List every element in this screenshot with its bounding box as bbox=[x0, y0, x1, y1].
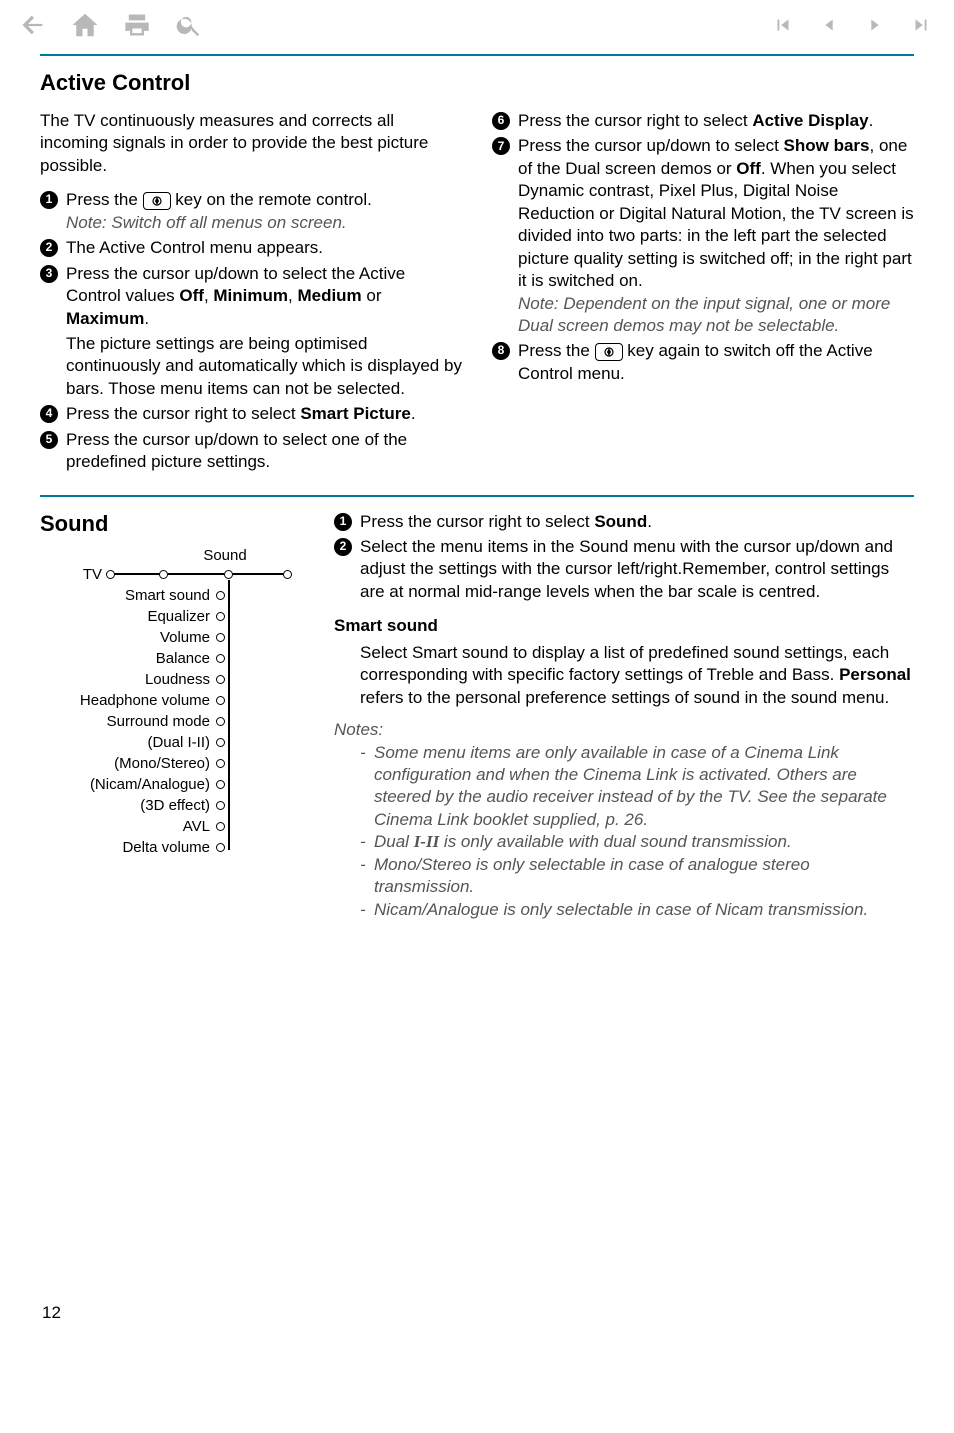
diagram-node-icon bbox=[216, 822, 225, 831]
smart-sound-text: Select Smart sound to display a list of … bbox=[360, 642, 914, 709]
diagram-node-icon bbox=[216, 780, 225, 789]
step-4: 4 Press the cursor right to select Smart… bbox=[40, 403, 462, 425]
search-icon[interactable] bbox=[174, 10, 204, 40]
step-1-note: Note: Switch off all menus on screen. bbox=[66, 212, 462, 234]
prev-page-icon[interactable] bbox=[814, 10, 844, 40]
diagram-item: (Mono/Stereo) bbox=[40, 753, 310, 774]
sound-left-panel: Sound Sound TV Smart sound Equalizer Volum… bbox=[40, 511, 310, 921]
diagram-node-icon bbox=[216, 843, 225, 852]
sound-menu-diagram: Sound TV Smart sound Equalizer Volume Balan… bbox=[40, 547, 310, 858]
step-1: 1 Press the key on the remote control. N… bbox=[40, 189, 462, 234]
diagram-item-label: Surround mode bbox=[40, 713, 216, 730]
diagram-node-icon bbox=[216, 675, 225, 684]
diagram-node-icon bbox=[216, 801, 225, 810]
diagram-item-label: (3D effect) bbox=[40, 797, 216, 814]
right-column: 6 Press the cursor right to select Activ… bbox=[492, 110, 914, 477]
step-number-icon: 5 bbox=[40, 431, 58, 449]
step-number-icon: 2 bbox=[334, 538, 352, 556]
active-control-intro: The TV continuously measures and correct… bbox=[40, 110, 462, 177]
diagram-node-icon bbox=[216, 759, 225, 768]
note-item: - Nicam/Analogue is only selectable in c… bbox=[360, 899, 914, 921]
diagram-item-label: Headphone volume bbox=[40, 692, 216, 709]
left-column: The TV continuously measures and correct… bbox=[40, 110, 462, 477]
diagram-item: (3D effect) bbox=[40, 795, 310, 816]
section-title-active-control: Active Control bbox=[40, 70, 914, 96]
next-page-icon[interactable] bbox=[860, 10, 890, 40]
diagram-item-label: Delta volume bbox=[40, 839, 216, 856]
print-icon[interactable] bbox=[122, 10, 152, 40]
remote-key-icon bbox=[143, 192, 171, 210]
diagram-item: Delta volume bbox=[40, 837, 310, 858]
step-2: 2 The Active Control menu appears. bbox=[40, 237, 462, 259]
first-page-icon[interactable] bbox=[768, 10, 798, 40]
diagram-item: Headphone volume bbox=[40, 690, 310, 711]
diagram-item: Surround mode bbox=[40, 711, 310, 732]
step-3-tail: The picture settings are being optimised… bbox=[66, 333, 462, 400]
note-item: - Some menu items are only available in … bbox=[360, 742, 914, 832]
diagram-item: Balance bbox=[40, 648, 310, 669]
diagram-item-label: Balance bbox=[40, 650, 216, 667]
diagram-item: (Nicam/Analogue) bbox=[40, 774, 310, 795]
diagram-item-label: (Mono/Stereo) bbox=[40, 755, 216, 772]
diagram-item-label: AVL bbox=[40, 818, 216, 835]
step-number-icon: 2 bbox=[40, 239, 58, 257]
step-number-icon: 1 bbox=[334, 513, 352, 531]
sound-step-1: 1 Press the cursor right to select Sound… bbox=[334, 511, 914, 533]
toolbar-left-group bbox=[18, 10, 204, 40]
active-control-columns: The TV continuously measures and correct… bbox=[40, 110, 914, 477]
diagram-node-icon bbox=[216, 591, 225, 600]
notes-block: Notes: - Some menu items are only availa… bbox=[334, 719, 914, 921]
step-number-icon: 7 bbox=[492, 137, 510, 155]
sound-step-2: 2 Select the menu items in the Sound men… bbox=[334, 536, 914, 603]
note-item: - Mono/Stereo is only selectable in case… bbox=[360, 854, 914, 899]
step-6: 6 Press the cursor right to select Activ… bbox=[492, 110, 914, 132]
diagram-root: TV bbox=[40, 566, 106, 583]
step-5: 5 Press the cursor up/down to select one… bbox=[40, 429, 462, 474]
sound-section: Sound Sound TV Smart sound Equalizer Volum… bbox=[40, 511, 914, 921]
diagram-node-icon bbox=[216, 717, 225, 726]
toolbar-right-group bbox=[768, 10, 936, 40]
page-number: 12 bbox=[42, 1303, 61, 1323]
diagram-item: AVL bbox=[40, 816, 310, 837]
step-number-icon: 6 bbox=[492, 112, 510, 130]
diagram-item-label: (Dual I-II) bbox=[40, 734, 216, 751]
home-icon[interactable] bbox=[70, 10, 100, 40]
dual-mode-icon: I-II bbox=[414, 832, 440, 851]
step-number-icon: 3 bbox=[40, 265, 58, 283]
diagram-item-label: Smart sound bbox=[40, 587, 216, 604]
diagram-node-icon bbox=[216, 696, 225, 705]
section-title-sound: Sound bbox=[40, 511, 310, 537]
diagram-node-icon bbox=[216, 738, 225, 747]
sound-right-panel: 1 Press the cursor right to select Sound… bbox=[334, 511, 914, 921]
diagram-header: Sound bbox=[140, 547, 310, 564]
step-8: 8 Press the key again to switch off the … bbox=[492, 340, 914, 385]
step-number-icon: 8 bbox=[492, 342, 510, 360]
step-number-icon: 1 bbox=[40, 191, 58, 209]
diagram-item: Equalizer bbox=[40, 606, 310, 627]
last-page-icon[interactable] bbox=[906, 10, 936, 40]
step-number-icon: 4 bbox=[40, 405, 58, 423]
page-content: Active Control The TV continuously measu… bbox=[0, 46, 954, 921]
diagram-node-icon bbox=[216, 612, 225, 621]
diagram-item: (Dual I-II) bbox=[40, 732, 310, 753]
diagram-node-icon bbox=[216, 633, 225, 642]
diagram-node-icon bbox=[216, 654, 225, 663]
smart-sound-title: Smart sound bbox=[334, 615, 914, 637]
notes-title: Notes: bbox=[334, 719, 914, 741]
step-7: 7 Press the cursor up/down to select Sho… bbox=[492, 135, 914, 337]
diagram-item-label: Equalizer bbox=[40, 608, 216, 625]
note-item: - Dual I-II is only available with dual … bbox=[360, 831, 914, 853]
remote-key-icon bbox=[595, 343, 623, 361]
diagram-item: Loudness bbox=[40, 669, 310, 690]
step-3: 3 Press the cursor up/down to select the… bbox=[40, 263, 462, 330]
diagram-item-label: Loudness bbox=[40, 671, 216, 688]
diagram-item: Volume bbox=[40, 627, 310, 648]
diagram-item-label: Volume bbox=[40, 629, 216, 646]
diagram-item: Smart sound bbox=[40, 585, 310, 606]
diagram-item-label: (Nicam/Analogue) bbox=[40, 776, 216, 793]
back-icon[interactable] bbox=[18, 10, 48, 40]
step-7-note: Note: Dependent on the input signal, one… bbox=[518, 293, 914, 338]
pdf-toolbar bbox=[0, 0, 954, 46]
